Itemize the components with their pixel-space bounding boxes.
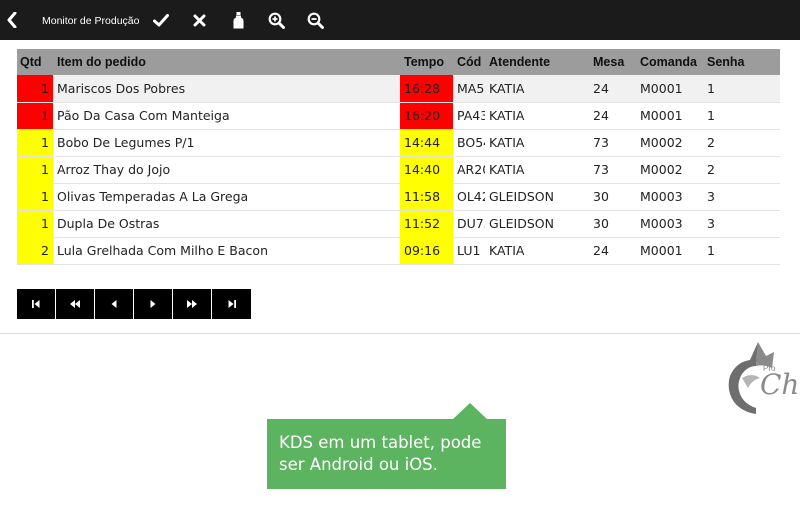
password-cell: 1 [703,75,780,103]
qty-cell: 1 [17,183,53,211]
time-cell: 16:20 [400,102,453,130]
page-title: Monitor de Produção [42,15,140,27]
promo-callout: KDS em um tablet, pode ser Android ou iO… [267,419,506,489]
code-cell: BO54 [453,129,485,157]
attendant-cell: KATIA [485,102,589,130]
order-ticket-cell: M0003 [636,210,703,238]
table-number-cell: 73 [589,156,636,184]
attendant-cell: GLEIDSON [485,183,589,211]
attendant-cell: KATIA [485,129,589,157]
order-ticket-cell: M0002 [636,156,703,184]
password-cell: 3 [703,210,780,238]
time-cell: 14:44 [400,129,453,157]
header-tempo[interactable]: Tempo [400,49,453,75]
logo-name-text: Chef [760,368,800,401]
pagination [17,289,251,319]
check-icon[interactable] [150,0,172,40]
header-mesa[interactable]: Mesa [589,49,636,75]
code-cell: DU75 [453,210,485,238]
first-page-icon[interactable] [17,289,56,319]
order-ticket-cell: M0001 [636,75,703,103]
attendant-cell: KATIA [485,237,589,265]
item-cell: Pão Da Casa Com Manteiga [53,102,400,130]
order-ticket-cell: M0001 [636,237,703,265]
toolbar: Monitor de Produção [0,0,800,40]
order-ticket-cell: M0002 [636,129,703,157]
code-cell: OL42 [453,183,485,211]
last-page-icon[interactable] [212,289,251,319]
table-number-cell: 30 [589,183,636,211]
back-arrow-icon[interactable] [2,0,22,40]
qty-cell: 1 [17,210,53,238]
table-number-cell: 73 [589,129,636,157]
header-atendente[interactable]: Atendente [485,49,589,75]
zoom-out-icon[interactable] [304,0,326,40]
password-cell: 2 [703,156,780,184]
item-cell: Arroz Thay do Jojo [53,156,400,184]
header-qtd[interactable]: Qtd [17,49,53,75]
callout-arrow [452,403,488,420]
prev-page-icon[interactable] [95,289,134,319]
password-cell: 1 [703,237,780,265]
table-header: Qtd Item do pedido Tempo Cód Atendente M… [17,49,780,75]
close-icon[interactable] [188,0,210,40]
next-page-icon[interactable] [134,289,173,319]
bottle-icon[interactable] [228,0,248,40]
header-comanda[interactable]: Comanda [636,49,703,75]
header-senha[interactable]: Senha [703,49,780,75]
item-cell: Dupla De Ostras [53,210,400,238]
order-ticket-cell: M0003 [636,183,703,211]
attendant-cell: KATIA [485,156,589,184]
time-cell: 11:58 [400,183,453,211]
time-cell: 14:40 [400,156,453,184]
time-cell: 11:52 [400,210,453,238]
password-cell: 3 [703,183,780,211]
attendant-cell: GLEIDSON [485,210,589,238]
qty-cell: 1 [17,102,53,130]
divider [0,333,800,334]
item-cell: Lula Grelhada Com Milho E Bacon [53,237,400,265]
next-fast-icon[interactable] [173,289,212,319]
table-row[interactable]: 1 Mariscos Dos Pobres 16:28 MA55 KATIA 2… [17,75,780,103]
orders-table: Qtd Item do pedido Tempo Cód Atendente M… [17,49,780,265]
item-cell: Mariscos Dos Pobres [53,75,400,103]
time-cell: 16:28 [400,75,453,103]
time-cell: 09:16 [400,237,453,265]
table-row[interactable]: 1 Olivas Temperadas A La Grega 11:58 OL4… [17,183,780,211]
code-cell: MA55 [453,75,485,103]
code-cell: LU1 [453,237,485,265]
password-cell: 2 [703,129,780,157]
table-row[interactable]: 1 Bobo De Legumes P/1 14:44 BO54 KATIA 7… [17,129,780,157]
table-row[interactable]: 1 Dupla De Ostras 11:52 DU75 GLEIDSON 30… [17,210,780,238]
qty-cell: 1 [17,156,53,184]
item-cell: Olivas Temperadas A La Grega [53,183,400,211]
table-row[interactable]: 1 Arroz Thay do Jojo 14:40 AR20 KATIA 73… [17,156,780,184]
password-cell: 1 [703,102,780,130]
code-cell: AR20 [453,156,485,184]
table-number-cell: 24 [589,237,636,265]
table-row[interactable]: 2 Lula Grelhada Com Milho E Bacon 09:16 … [17,237,780,265]
table-row[interactable]: 1 Pão Da Casa Com Manteiga 16:20 PA43 KA… [17,102,780,130]
table-number-cell: 24 [589,102,636,130]
qty-cell: 2 [17,237,53,265]
zoom-in-icon[interactable] [265,0,287,40]
header-cod[interactable]: Cód [453,49,485,75]
item-cell: Bobo De Legumes P/1 [53,129,400,157]
qty-cell: 1 [17,129,53,157]
header-item[interactable]: Item do pedido [53,49,400,75]
prev-fast-icon[interactable] [56,289,95,319]
attendant-cell: KATIA [485,75,589,103]
order-ticket-cell: M0001 [636,102,703,130]
table-number-cell: 30 [589,210,636,238]
table-number-cell: 24 [589,75,636,103]
qty-cell: 1 [17,75,53,103]
code-cell: PA43 [453,102,485,130]
